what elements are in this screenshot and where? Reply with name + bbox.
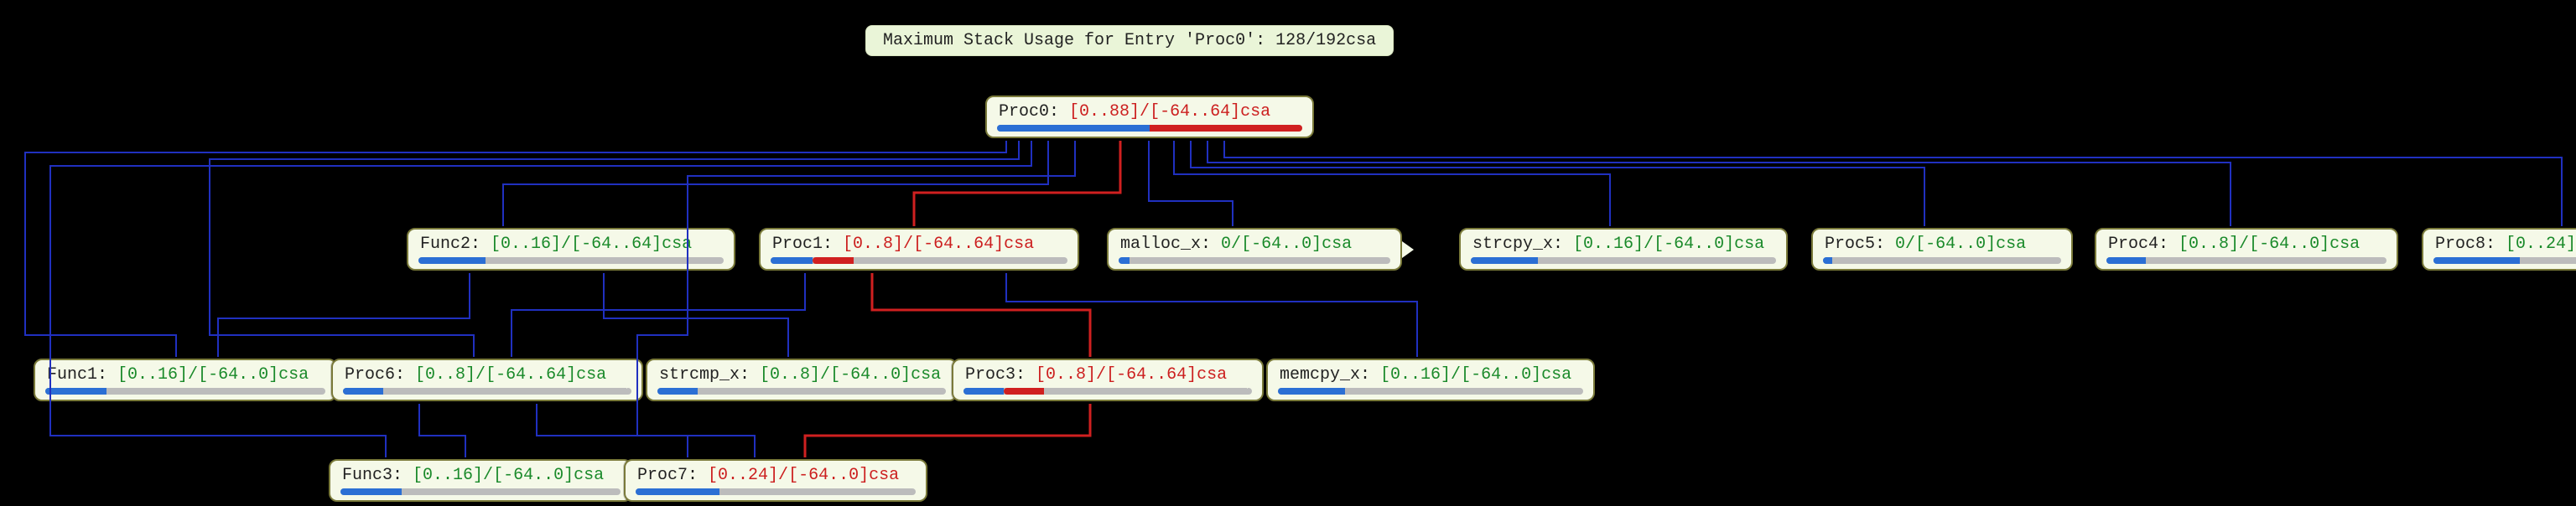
node-csa: [-64..0]csa <box>1241 235 1352 254</box>
node-label: Proc0 <box>999 102 1049 121</box>
node-label: Proc1 <box>772 235 823 254</box>
usage-bar <box>2106 257 2386 264</box>
node-range: [0..8] <box>843 235 903 254</box>
node-proc1[interactable]: Proc1: [0..8]/[-64..64]csa <box>759 228 1079 271</box>
usage-bar <box>636 488 916 495</box>
node-label: Proc8 <box>2435 235 2485 254</box>
node-proc4[interactable]: Proc4: [0..8]/[-64..0]csa <box>2095 228 2398 271</box>
node-range: [0..8] <box>2179 235 2239 254</box>
usage-bar <box>771 257 1067 264</box>
node-func1[interactable]: Func1: [0..16]/[-64..0]csa <box>34 359 337 401</box>
usage-bar <box>343 388 631 395</box>
node-csa: [-64..0]csa <box>1461 365 1571 385</box>
node-label: Proc3 <box>965 365 1015 385</box>
node-proc7[interactable]: Proc7: [0..24]/[-64..0]csa <box>624 459 927 502</box>
node-label: Proc7 <box>637 466 688 485</box>
usage-bar <box>657 388 946 395</box>
node-range: [0..8] <box>760 365 820 385</box>
usage-bar <box>2433 257 2576 264</box>
node-csa: [-64..64]csa <box>1150 102 1270 121</box>
node-strcpyx[interactable]: strcpy_x: [0..16]/[-64..0]csa <box>1459 228 1788 271</box>
node-label: strcmp_x <box>659 365 740 385</box>
usage-bar <box>418 257 724 264</box>
diagram-title: Maximum Stack Usage for Entry 'Proc0': 1… <box>865 25 1394 56</box>
node-range: [0..8] <box>415 365 475 385</box>
node-csa: [-64..64]csa <box>571 235 692 254</box>
usage-bar <box>997 125 1302 132</box>
node-range: [0..8] <box>1036 365 1096 385</box>
node-label: Proc4 <box>2108 235 2158 254</box>
node-csa: [-64..0]csa <box>1915 235 2026 254</box>
node-csa: [-64..0]csa <box>2249 235 2360 254</box>
node-proc8[interactable]: Proc8: [0..24]/[-64..0]csa <box>2422 228 2576 271</box>
title-prefix: Maximum Stack Usage for Entry 'Proc0': <box>883 31 1275 50</box>
node-label: Func2 <box>420 235 470 254</box>
node-proc5[interactable]: Proc5: 0/[-64..0]csa <box>1811 228 2073 271</box>
node-label: strcpy_x <box>1472 235 1553 254</box>
node-proc0[interactable]: Proc0: [0..88]/[-64..64]csa <box>985 96 1314 138</box>
node-csa: [-64..0]csa <box>788 466 899 485</box>
node-memcpyx[interactable]: memcpy_x: [0..16]/[-64..0]csa <box>1266 359 1595 401</box>
node-label: Func3 <box>342 466 392 485</box>
node-csa: [-64..0]csa <box>830 365 941 385</box>
node-label: Proc6 <box>345 365 395 385</box>
node-mallocx[interactable]: malloc_x: 0/[-64..0]csa <box>1107 228 1402 271</box>
node-range: 0 <box>1895 235 1905 254</box>
usage-bar <box>45 388 325 395</box>
usage-bar <box>1471 257 1776 264</box>
node-csa: [-64..0]csa <box>1654 235 1764 254</box>
usage-bar <box>963 388 1252 395</box>
node-csa: [-64..64]csa <box>486 365 606 385</box>
title-value: 128/192csa <box>1275 31 1376 50</box>
expand-icon[interactable] <box>1402 241 1414 258</box>
node-csa: [-64..0]csa <box>493 466 604 485</box>
expand-icon[interactable] <box>626 372 638 389</box>
node-range: [0..24] <box>2506 235 2576 254</box>
node-range: [0..24] <box>708 466 778 485</box>
node-range: [0..16] <box>1380 365 1451 385</box>
node-range: [0..16] <box>117 365 188 385</box>
usage-bar <box>1119 257 1390 264</box>
node-range: 0 <box>1221 235 1231 254</box>
node-csa: [-64..64]csa <box>913 235 1034 254</box>
node-func3[interactable]: Func3: [0..16]/[-64..0]csa <box>329 459 632 502</box>
node-strcmpx[interactable]: strcmp_x: [0..8]/[-64..0]csa <box>646 359 958 401</box>
node-range: [0..16] <box>491 235 561 254</box>
node-range: [0..16] <box>1573 235 1644 254</box>
node-csa: [-64..64]csa <box>1106 365 1227 385</box>
usage-bar <box>1823 257 2061 264</box>
node-func2[interactable]: Func2: [0..16]/[-64..64]csa <box>407 228 735 271</box>
node-label: Proc5 <box>1825 235 1875 254</box>
usage-bar <box>340 488 621 495</box>
node-csa: [-64..0]csa <box>198 365 309 385</box>
node-proc3[interactable]: Proc3: [0..8]/[-64..64]csa <box>952 359 1264 401</box>
usage-bar <box>1278 388 1583 395</box>
node-label: Func1 <box>47 365 97 385</box>
node-proc6[interactable]: Proc6: [0..8]/[-64..64]csa <box>331 359 643 401</box>
node-range: [0..16] <box>413 466 483 485</box>
node-label: malloc_x <box>1120 235 1201 254</box>
expand-icon[interactable] <box>1247 372 1259 389</box>
node-range: [0..88] <box>1069 102 1140 121</box>
node-label: memcpy_x <box>1280 365 1360 385</box>
